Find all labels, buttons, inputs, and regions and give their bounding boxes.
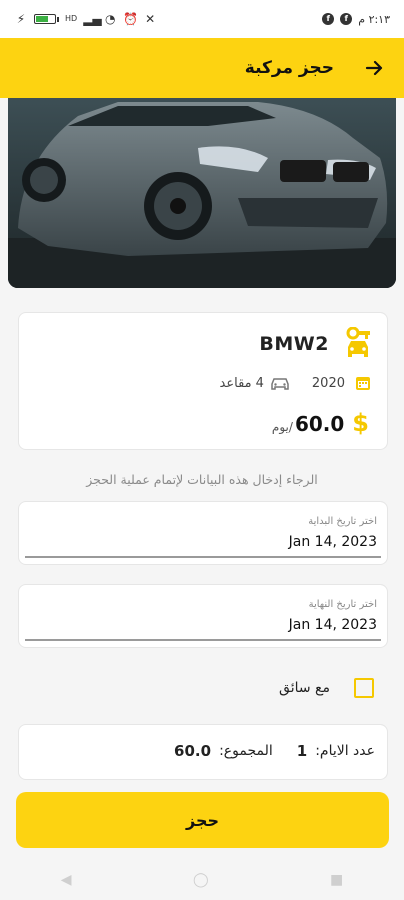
- total-value: 60.0: [174, 742, 212, 760]
- total-label: المجموع:: [219, 743, 273, 759]
- nav-home-icon[interactable]: ◯: [193, 872, 209, 888]
- system-nav-bar: ◀ ◯ ■: [0, 860, 404, 900]
- seats-label: مقاعد: [219, 375, 252, 391]
- car-price: 60.0: [294, 412, 345, 436]
- price-row: $ 60.0 /يوم: [272, 409, 369, 437]
- start-date-label: اختر تاريخ البداية: [308, 516, 377, 527]
- days-label: عدد الايام:: [315, 743, 375, 759]
- mute-icon: ✕: [145, 12, 156, 26]
- wifi-icon: ◔: [104, 12, 116, 26]
- per-day-label: /يوم: [271, 420, 293, 434]
- end-date-field[interactable]: اختر تاريخ النهاية Jan 14, 2023: [18, 584, 388, 648]
- dollar-icon: $: [352, 409, 369, 437]
- end-date-label: اختر تاريخ النهاية: [308, 599, 377, 610]
- status-icons-left: ⚡ HD ▂▄ ◔ ⏰ ✕: [14, 12, 157, 26]
- status-bar: ⚡ HD ▂▄ ◔ ⏰ ✕ f f ٢:١٣ م: [0, 0, 404, 38]
- field-underline: [25, 639, 381, 641]
- car-key-icon: [346, 327, 370, 357]
- days-value: 1: [296, 742, 308, 760]
- status-icons-right: f f ٢:١٣ م: [322, 13, 390, 26]
- calendar-icon: [356, 377, 370, 390]
- page-title: حجز مركبة: [244, 58, 334, 78]
- nav-back-icon[interactable]: ◀: [61, 872, 72, 888]
- app-bar: حجز مركبة: [0, 38, 404, 98]
- with-driver-checkbox[interactable]: [354, 678, 374, 698]
- status-time: ٢:١٣ م: [358, 12, 390, 26]
- app-notification-icon: f: [340, 13, 353, 25]
- car-image: [8, 98, 396, 288]
- car-name: BMW2: [259, 333, 329, 355]
- car-info-card: BMW2 2020 4 مقاعد $ 60.0 /يوم: [18, 312, 388, 450]
- form-hint: الرجاء إدخال هذه البيانات لإتمام عملية ا…: [86, 472, 318, 487]
- nav-recents-icon[interactable]: ■: [330, 872, 343, 888]
- car-seats: 4 مقاعد: [220, 375, 290, 391]
- signal-icon: ▂▄: [83, 12, 102, 26]
- end-date-value: Jan 14, 2023: [288, 617, 377, 633]
- booking-summary: عدد الايام: 1 المجموع: 60.0: [18, 724, 388, 780]
- car-seat-icon: [271, 378, 289, 390]
- start-date-field[interactable]: اختر تاريخ البداية Jan 14, 2023: [18, 501, 388, 565]
- car-year: 2020: [311, 375, 345, 391]
- battery-icon: [34, 14, 59, 24]
- summary-row: عدد الايام: 1 المجموع: 60.0: [174, 742, 375, 760]
- back-button[interactable]: [362, 56, 386, 80]
- alarm-icon: ⏰: [123, 12, 139, 26]
- with-driver-option[interactable]: مع سائق: [279, 678, 374, 698]
- hd-icon: HD: [65, 14, 78, 23]
- app-notification-icon: f: [322, 13, 335, 25]
- with-driver-label: مع سائق: [279, 680, 330, 696]
- arrow-right-icon: [365, 60, 383, 76]
- book-button[interactable]: حجز: [16, 792, 389, 848]
- seats-count: 4: [255, 375, 264, 391]
- start-date-value: Jan 14, 2023: [288, 534, 377, 550]
- car-specs-row: 2020 4 مقاعد: [220, 375, 371, 391]
- field-underline: [25, 556, 381, 558]
- charging-icon: ⚡: [16, 12, 26, 26]
